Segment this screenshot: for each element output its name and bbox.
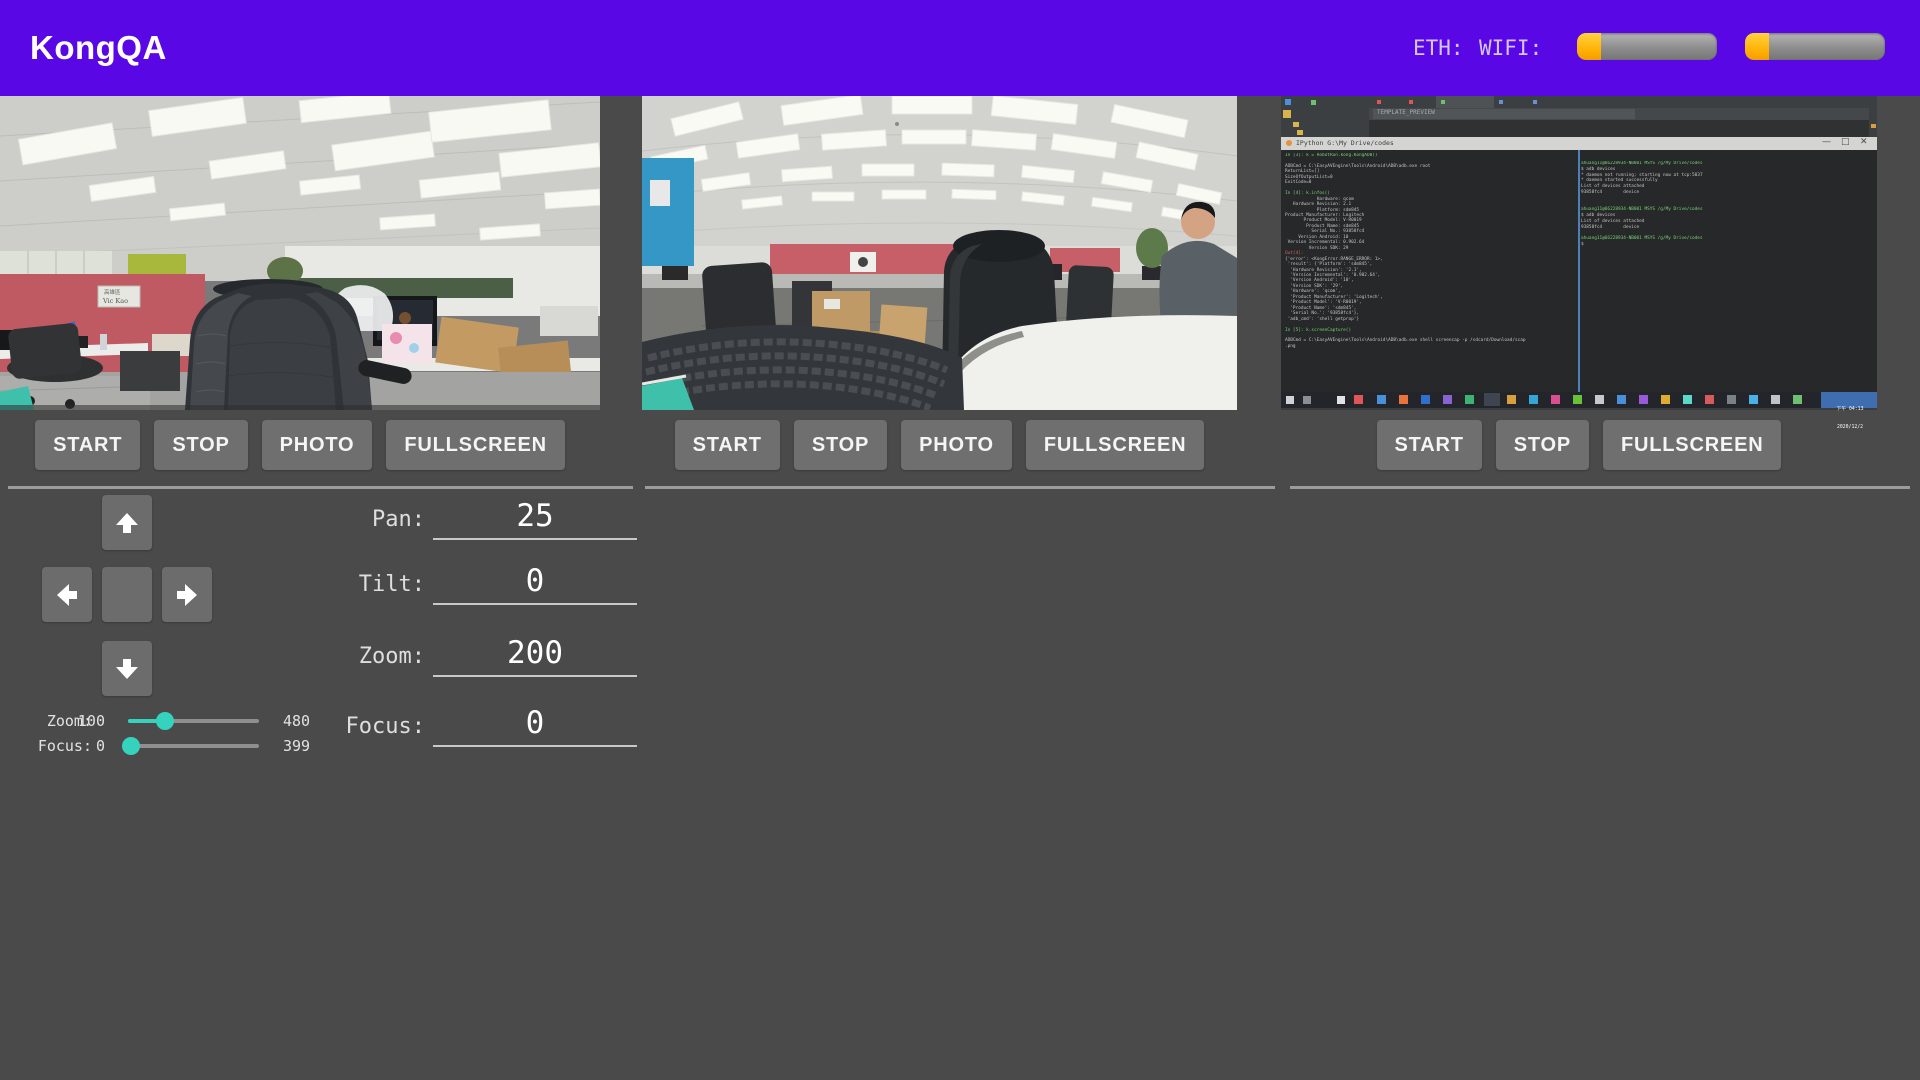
- zoom-input[interactable]: 200: [433, 633, 637, 677]
- tilt-field-label: Tilt:: [240, 572, 425, 597]
- app-header: KongQA ETH: WIFI:: [0, 0, 1920, 96]
- arrow-up-icon: [114, 510, 140, 536]
- tilt-input[interactable]: 0: [433, 561, 637, 605]
- zoom-slider-min: 100: [60, 711, 105, 731]
- camera1-photo-button[interactable]: PHOTO: [262, 420, 373, 470]
- focus-slider-min: 0: [60, 736, 105, 756]
- pan-tilt-down-button[interactable]: [102, 641, 152, 696]
- eth-label: ETH:: [1413, 0, 1464, 96]
- camera1-divider: [8, 486, 633, 489]
- pan-tilt-up-button[interactable]: [102, 495, 152, 550]
- camera3-fullscreen-button[interactable]: FULLSCREEN: [1603, 420, 1781, 470]
- arrow-left-icon: [54, 582, 80, 608]
- pan-input[interactable]: 25: [433, 496, 637, 540]
- focus-field-row: Focus: 0: [240, 703, 637, 747]
- camera-feed-3: [1281, 96, 1877, 410]
- wifi-progress-bar: [1745, 33, 1885, 60]
- tilt-field-row: Tilt: 0: [240, 561, 637, 605]
- pan-tilt-right-button[interactable]: [162, 567, 212, 622]
- camera3-button-row: START STOP FULLSCREEN: [1281, 420, 1877, 470]
- camera2-start-button[interactable]: START: [675, 420, 780, 470]
- eth-progress-bar: [1577, 33, 1717, 60]
- camera2-scene-illustration: [642, 96, 1237, 410]
- sign-text-top: 高雄區: [104, 288, 121, 296]
- camera1-stop-button[interactable]: STOP: [154, 420, 247, 470]
- camera3-stop-button[interactable]: STOP: [1496, 420, 1589, 470]
- app-root: KongQA ETH: WIFI:: [0, 0, 1920, 1080]
- camera-feed-2: [642, 96, 1237, 410]
- wifi-progress-fill: [1745, 33, 1769, 60]
- camera1-scene-illustration: 高雄區 Vic Kao: [0, 96, 600, 410]
- camera3-start-button[interactable]: START: [1377, 420, 1482, 470]
- zoom-field-label: Zoom:: [240, 644, 425, 669]
- camera3-divider: [1290, 486, 1910, 489]
- camera2-stop-button[interactable]: STOP: [794, 420, 887, 470]
- focus-input[interactable]: 0: [433, 703, 637, 747]
- app-title: KongQA: [30, 0, 167, 96]
- focus-slider-thumb[interactable]: [122, 737, 140, 755]
- zoom-slider-thumb[interactable]: [156, 712, 174, 730]
- camera1-fullscreen-button[interactable]: FULLSCREEN: [386, 420, 564, 470]
- camera2-fullscreen-button[interactable]: FULLSCREEN: [1026, 420, 1204, 470]
- pan-tilt-left-button[interactable]: [42, 567, 92, 622]
- camera-feed-1: 高雄區 Vic Kao: [0, 96, 600, 410]
- wifi-label: WIFI:: [1479, 0, 1542, 96]
- pan-tilt-center-button[interactable]: [102, 567, 152, 622]
- zoom-field-row: Zoom: 200: [240, 633, 637, 677]
- arrow-right-icon: [174, 582, 200, 608]
- camera3-scene-illustration: [1281, 96, 1877, 410]
- camera2-photo-button[interactable]: PHOTO: [901, 420, 1012, 470]
- sign-text-bottom: Vic Kao: [102, 297, 128, 305]
- arrow-down-icon: [114, 656, 140, 682]
- camera2-divider: [645, 486, 1275, 489]
- camera1-button-row: START STOP PHOTO FULLSCREEN: [0, 420, 600, 470]
- pan-field-label: Pan:: [240, 507, 425, 532]
- pan-field-row: Pan: 25: [240, 496, 637, 540]
- camera2-button-row: START STOP PHOTO FULLSCREEN: [642, 420, 1237, 470]
- camera1-start-button[interactable]: START: [35, 420, 140, 470]
- eth-progress-fill: [1577, 33, 1601, 60]
- focus-field-label: Focus:: [240, 714, 425, 739]
